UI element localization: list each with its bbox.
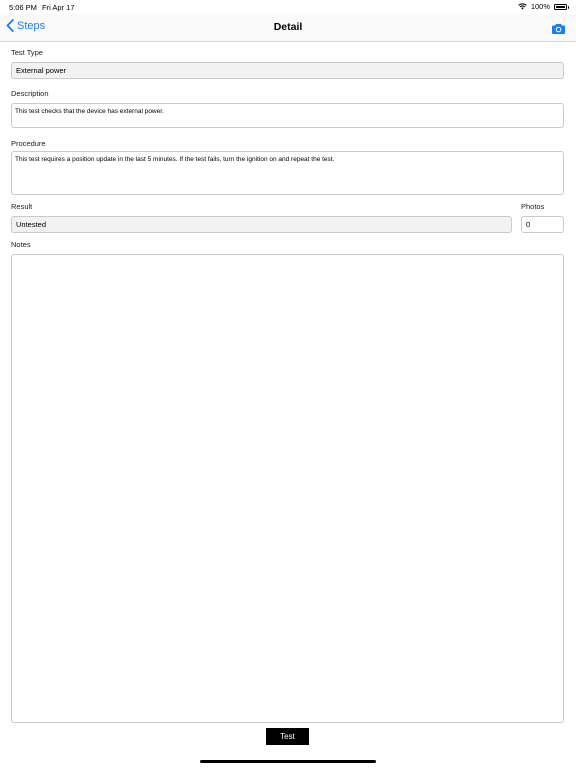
description-label: Description bbox=[11, 89, 49, 98]
test-type-field[interactable]: External power bbox=[11, 62, 564, 79]
notes-label: Notes bbox=[11, 240, 31, 249]
procedure-label: Procedure bbox=[11, 139, 46, 148]
test-type-label: Test Type bbox=[11, 48, 43, 57]
status-date: Fri Apr 17 bbox=[42, 3, 75, 12]
result-field[interactable]: Untested bbox=[11, 216, 512, 233]
procedure-field[interactable]: This test requires a position update in … bbox=[11, 151, 564, 195]
page-title: Detail bbox=[273, 21, 303, 33]
notes-field[interactable] bbox=[11, 254, 564, 723]
photos-field[interactable]: 0 bbox=[521, 216, 564, 233]
camera-icon bbox=[552, 24, 565, 34]
status-time: 5:06 PM bbox=[9, 3, 37, 12]
test-button[interactable]: Test bbox=[266, 728, 309, 745]
navigation-bar: Steps Detail bbox=[0, 14, 576, 42]
description-field[interactable]: This test checks that the device has ext… bbox=[11, 103, 564, 128]
camera-button[interactable] bbox=[552, 21, 565, 39]
battery-percent: 100% bbox=[530, 2, 550, 11]
status-bar: 5:06 PM Fri Apr 17 100% bbox=[0, 0, 576, 14]
battery-icon bbox=[554, 3, 569, 10]
photos-label: Photos bbox=[521, 202, 545, 211]
status-indicators: 100% bbox=[518, 2, 569, 11]
wifi-icon bbox=[518, 3, 527, 10]
result-label: Result bbox=[11, 202, 33, 211]
home-indicator bbox=[200, 760, 376, 763]
